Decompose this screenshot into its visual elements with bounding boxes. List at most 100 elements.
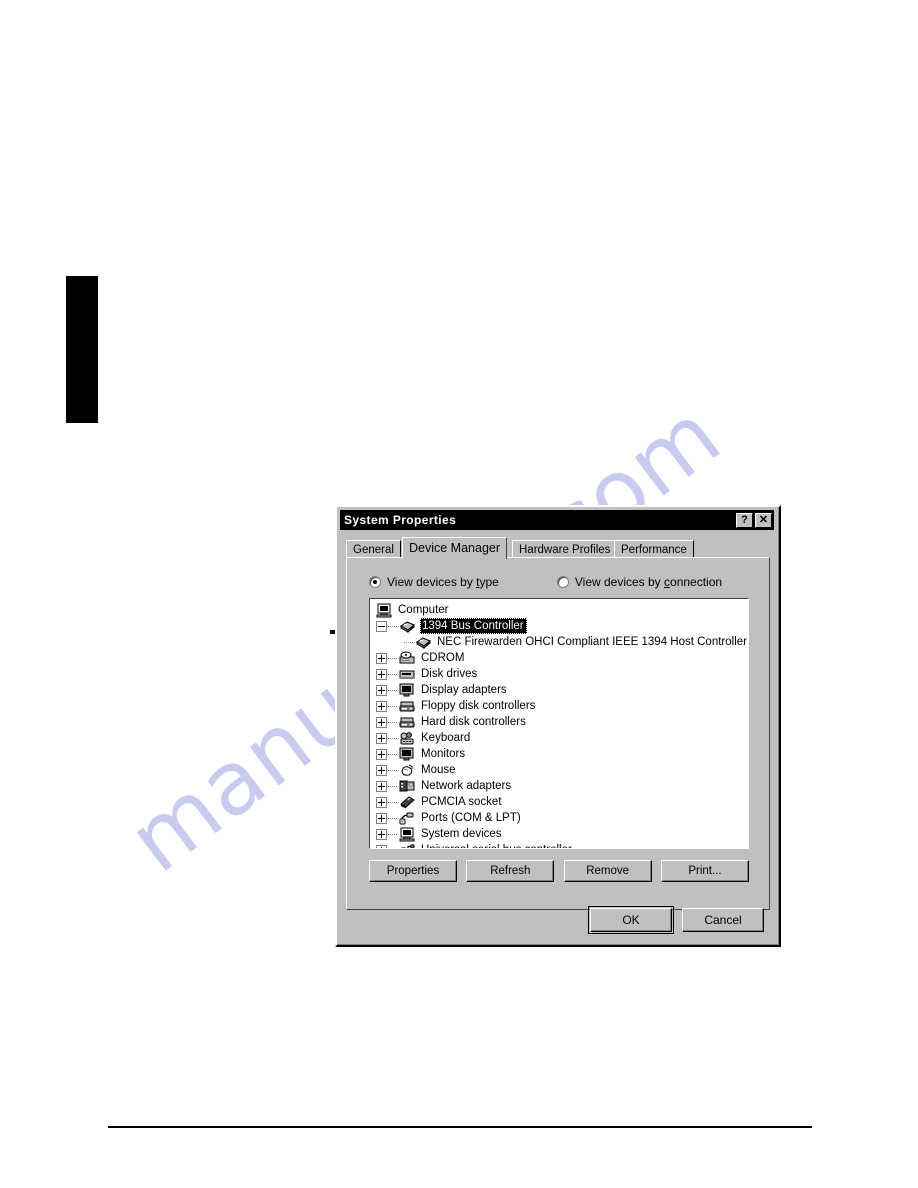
cdrom-icon — [399, 651, 416, 666]
view-by-connection-label: View devices by connection — [574, 575, 723, 589]
tree-item-label: PCMCIA socket — [421, 796, 502, 808]
tree-item-label: Monitors — [421, 748, 466, 760]
computer-icon — [376, 603, 393, 618]
expand-icon[interactable] — [376, 828, 387, 840]
device-tree[interactable]: Computer 1394 Bus Controller NEC Firewar… — [369, 598, 749, 849]
tree-item-label: Keyboard — [421, 732, 471, 744]
tree-item[interactable]: Display adapters — [370, 682, 748, 698]
page-edge-marker — [66, 276, 98, 423]
tree-item-label: Ports (COM & LPT) — [421, 812, 521, 824]
tree-item-label: Display adapters — [421, 684, 507, 696]
monitor-icon — [399, 683, 416, 698]
print-button[interactable]: Print... — [660, 860, 749, 882]
ok-button[interactable]: OK — [588, 906, 674, 934]
tree-item[interactable]: Mouse — [370, 762, 748, 778]
tree-connector — [388, 753, 398, 755]
help-icon[interactable]: ? — [736, 512, 753, 528]
tree-item-label: Mouse — [421, 764, 456, 776]
expand-icon[interactable] — [376, 668, 387, 680]
tree-item[interactable]: Network adapters — [370, 778, 748, 794]
expand-icon[interactable] — [376, 764, 387, 776]
usb-icon — [399, 843, 416, 848]
tree-item[interactable]: Monitors — [370, 746, 748, 762]
radio-dot-icon — [556, 576, 569, 588]
view-by-type-radio[interactable]: View devices by type — [369, 575, 499, 589]
tree-connector — [388, 817, 398, 819]
tree-item[interactable]: Computer — [370, 602, 748, 618]
view-by-connection-radio[interactable]: View devices by connection — [556, 575, 723, 589]
bus-card-icon — [399, 619, 416, 634]
tree-connector — [388, 833, 398, 835]
tree-item[interactable]: Ports (COM & LPT) — [370, 810, 748, 826]
keyboard-icon — [399, 731, 416, 746]
bus-card-icon — [415, 635, 432, 650]
tree-connector — [404, 641, 414, 643]
tree-item[interactable]: Hard disk controllers — [370, 714, 748, 730]
tree-item[interactable]: Floppy disk controllers — [370, 698, 748, 714]
expand-icon[interactable] — [376, 700, 387, 712]
expand-icon[interactable] — [376, 780, 387, 792]
properties-button[interactable]: Properties — [369, 860, 457, 882]
expand-icon[interactable] — [376, 684, 387, 696]
tree-connector — [388, 737, 398, 739]
tab-hardware-profiles[interactable]: Hardware Profiles — [512, 540, 618, 558]
cancel-button[interactable]: Cancel — [682, 908, 764, 932]
controller-icon — [399, 699, 416, 714]
system-properties-dialog[interactable]: System Properties ? ✕ General Device Man… — [335, 505, 781, 947]
tree-item[interactable]: System devices — [370, 826, 748, 842]
refresh-button[interactable]: Refresh — [466, 860, 555, 882]
tree-connector — [388, 689, 398, 691]
tree-item-label: 1394 Bus Controller — [420, 618, 527, 634]
computer-icon — [399, 827, 416, 842]
close-icon[interactable]: ✕ — [755, 512, 772, 528]
tree-connector — [388, 657, 398, 659]
expand-icon[interactable] — [376, 812, 387, 824]
tree-item-label: Hard disk controllers — [421, 716, 526, 728]
expand-icon[interactable] — [376, 716, 387, 728]
tree-item[interactable]: NEC Firewarden OHCI Compliant IEEE 1394 … — [370, 634, 748, 650]
device-manager-page: View devices by type View devices by con… — [346, 557, 770, 910]
port-plug-icon — [399, 811, 416, 826]
tab-strip[interactable]: General Device Manager Hardware Profiles… — [346, 537, 768, 559]
tree-item[interactable]: Keyboard — [370, 730, 748, 746]
expand-icon[interactable] — [376, 652, 387, 664]
view-mode-group: View devices by type View devices by con… — [369, 575, 759, 589]
tree-connector — [388, 705, 398, 707]
view-by-type-label: View devices by type — [387, 575, 499, 589]
remove-button[interactable]: Remove — [563, 860, 652, 882]
expand-icon[interactable] — [376, 796, 387, 808]
mouse-icon — [399, 763, 416, 778]
controller-icon — [399, 715, 416, 730]
dialog-footer-buttons: OK Cancel — [588, 906, 764, 934]
tree-item[interactable]: Disk drives — [370, 666, 748, 682]
tree-item-label: Computer — [398, 604, 449, 616]
tree-connector — [388, 769, 398, 771]
disk-drive-icon — [399, 667, 416, 682]
tab-device-manager[interactable]: Device Manager — [402, 537, 508, 559]
command-button-row: Properties Refresh Remove Print... — [369, 860, 749, 882]
tree-item-label: Floppy disk controllers — [421, 700, 536, 712]
tab-performance[interactable]: Performance — [614, 540, 694, 558]
expand-icon[interactable] — [376, 732, 387, 744]
monitor-icon — [399, 747, 416, 762]
expand-icon[interactable] — [376, 748, 387, 760]
tab-general[interactable]: General — [346, 540, 401, 558]
tree-item[interactable]: CDROM — [370, 650, 748, 666]
tree-item[interactable]: PCMCIA socket — [370, 794, 748, 810]
tree-connector — [388, 673, 398, 675]
pcmcia-card-icon — [399, 795, 416, 810]
tree-connector — [388, 785, 398, 787]
expand-icon[interactable] — [376, 844, 387, 848]
tree-item-label: NEC Firewarden OHCI Compliant IEEE 1394 … — [437, 636, 747, 648]
titlebar[interactable]: System Properties ? ✕ — [340, 510, 774, 530]
tree-item[interactable]: Universal serial bus controller — [370, 842, 748, 848]
tree-item[interactable]: 1394 Bus Controller — [370, 618, 748, 634]
tree-item-label: Universal serial bus controller — [420, 843, 572, 848]
tree-item-label: Disk drives — [421, 668, 478, 680]
tree-connector — [388, 721, 398, 723]
collapse-icon[interactable] — [376, 620, 387, 632]
network-card-icon — [399, 779, 416, 794]
footer-rule — [108, 1126, 812, 1128]
tree-item-label: Network adapters — [421, 780, 512, 792]
tree-connector — [388, 625, 398, 627]
